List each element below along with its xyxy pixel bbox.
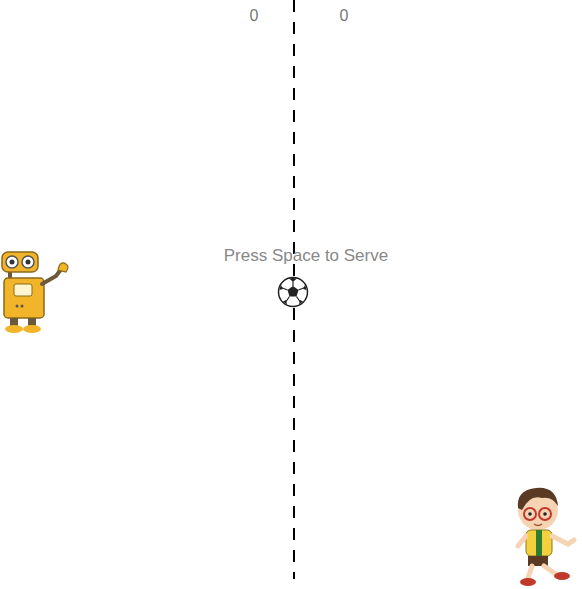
kid-paddle-icon (512, 486, 582, 588)
right-score: 0 (324, 6, 364, 26)
left-score: 0 (234, 6, 274, 26)
soccer-ball-icon[interactable] (277, 276, 309, 308)
serve-message: Press Space to Serve (196, 245, 416, 267)
game-field: 0 0 Press Space to Serve (0, 0, 582, 589)
robot-paddle-icon (0, 250, 72, 334)
